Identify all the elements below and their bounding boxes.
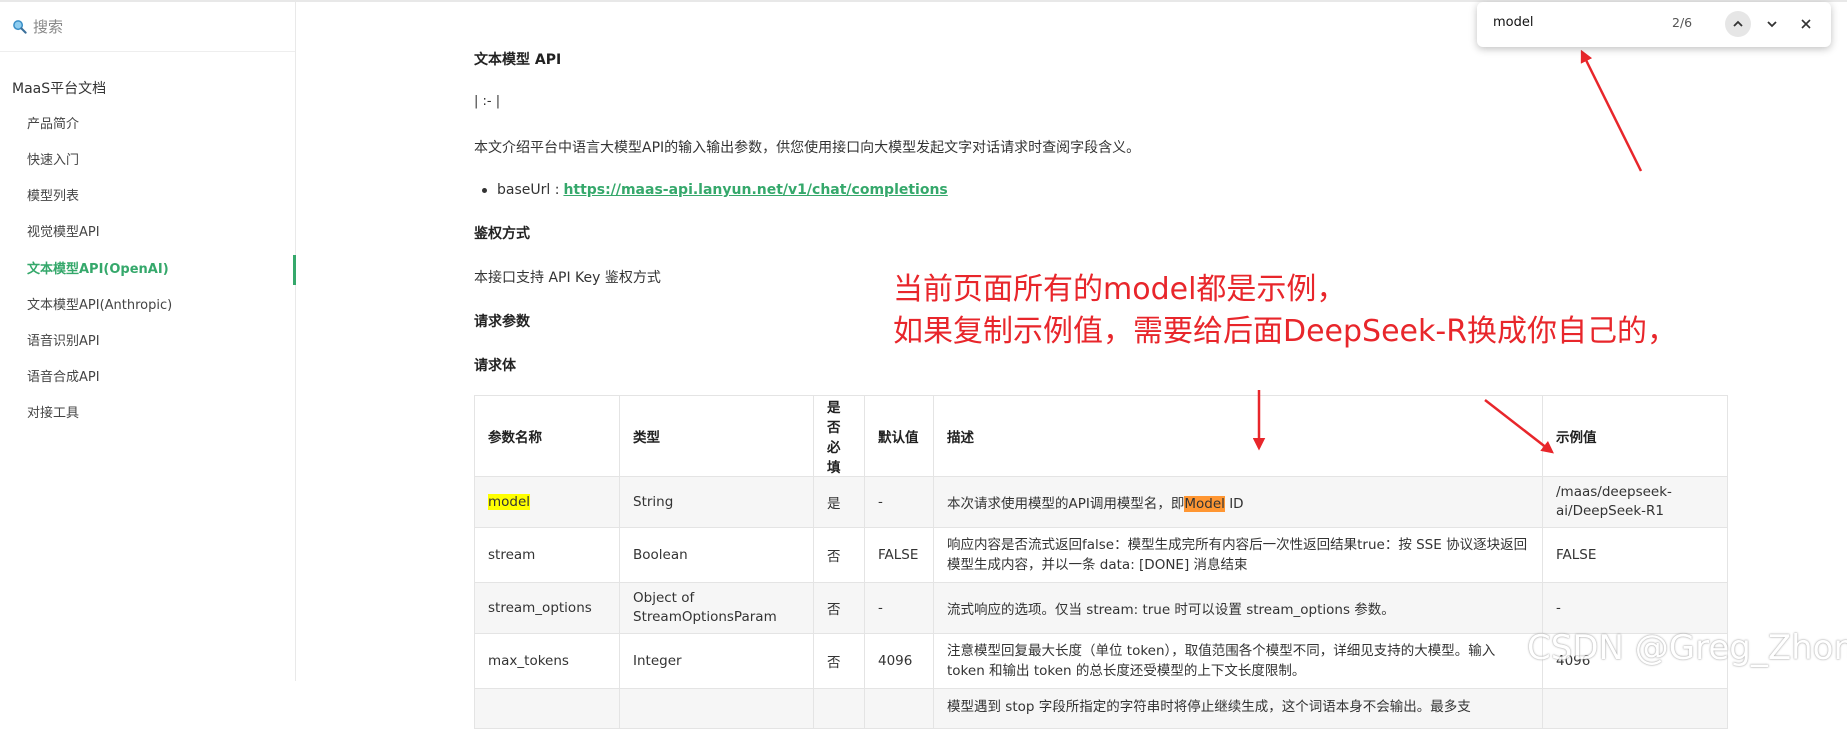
cell-name <box>474 688 620 729</box>
cell-required <box>813 688 865 729</box>
watermark: CSDN @Greg_Zhong <box>1527 628 1847 668</box>
find-count: 2/6 <box>1672 15 1693 30</box>
find-bar: model 2/6 <box>1477 2 1831 47</box>
cell-example <box>1542 688 1728 729</box>
arrow-to-example <box>1484 399 1554 454</box>
find-input[interactable]: model <box>1493 15 1533 30</box>
find-prev-button[interactable] <box>1725 11 1751 37</box>
table-row: 模型遇到 stop 字段所指定的字符串时将停止继续生成，这个词语本身不会输出。最… <box>474 688 1728 729</box>
close-icon <box>1801 19 1811 29</box>
annotation-arrows <box>1252 49 1643 454</box>
find-close-button[interactable] <box>1793 11 1819 37</box>
cell-desc: 模型遇到 stop 字段所指定的字符串时将停止继续生成，这个词语本身不会输出。最… <box>933 688 1543 729</box>
cell-type <box>619 688 814 729</box>
chevron-down-icon <box>1767 21 1777 28</box>
arrow-to-findbar <box>1580 49 1643 172</box>
chevron-up-icon <box>1733 20 1743 27</box>
cell-default <box>864 688 934 729</box>
find-next-button[interactable] <box>1759 11 1785 37</box>
